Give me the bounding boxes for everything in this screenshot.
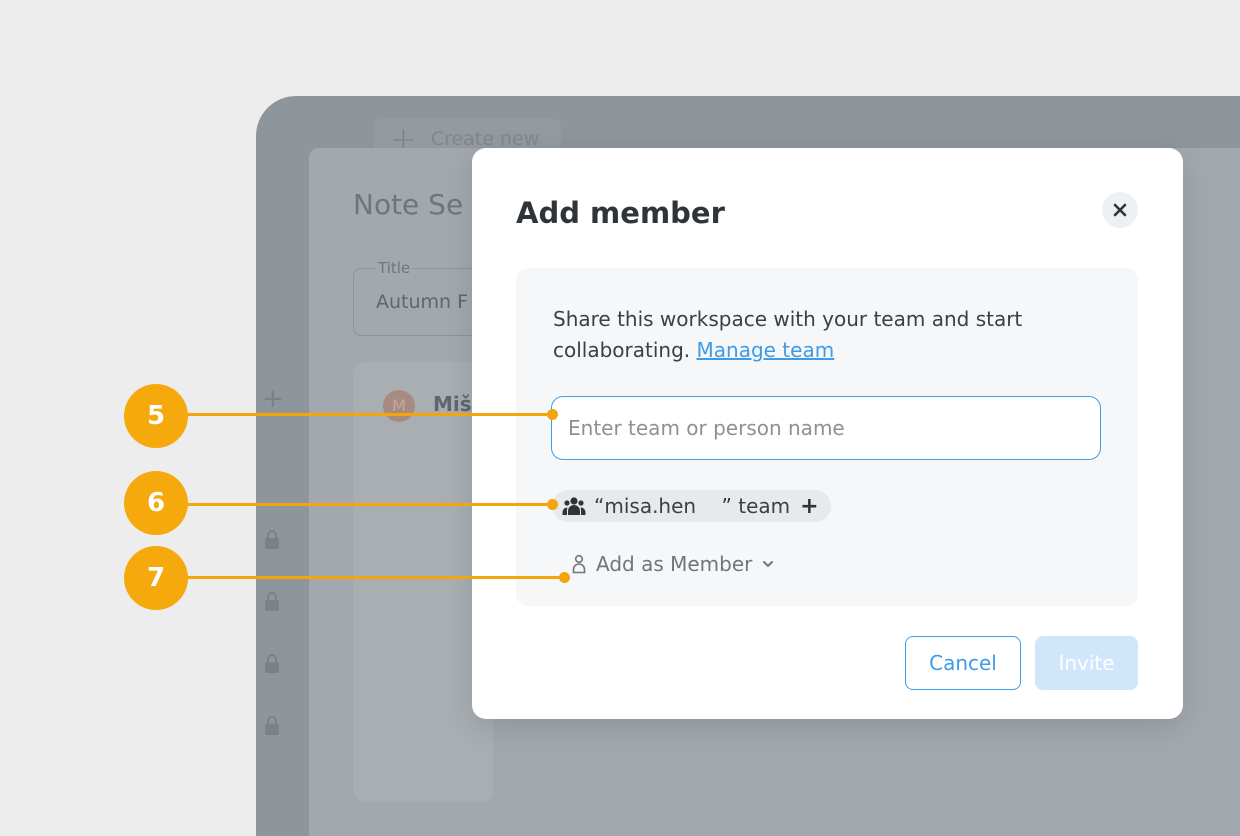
callout-badge-5: 5	[124, 384, 188, 448]
callout-line-7	[186, 576, 564, 579]
chip-label: “misa.hen ” team	[594, 494, 791, 518]
callout-line-5	[186, 413, 552, 416]
team-suggestion-chip[interactable]: “misa.hen ” team +	[552, 490, 831, 522]
cancel-button[interactable]: Cancel	[905, 636, 1021, 690]
create-new-label: Create new	[430, 128, 540, 150]
role-dropdown[interactable]: Add as Member	[572, 552, 774, 576]
team-icon	[562, 497, 586, 515]
callout-badge-6: 6	[124, 471, 188, 535]
person-icon	[572, 554, 586, 574]
close-icon	[1113, 203, 1127, 217]
title-field-value: Autumn F	[376, 291, 469, 313]
title-field-label: Title	[376, 259, 413, 277]
callout-dot-6	[547, 499, 558, 510]
callout-badge-7: 7	[124, 546, 188, 610]
lock-icon	[265, 530, 279, 549]
lock-icon	[265, 716, 279, 735]
role-label: Add as Member	[596, 552, 753, 576]
invite-button[interactable]: Invite	[1035, 636, 1138, 690]
sidebar-plus-icon[interactable]: +	[262, 384, 284, 414]
callout-dot-5	[547, 409, 558, 420]
chevron-down-icon	[763, 561, 774, 568]
avatar: M	[383, 390, 415, 422]
plus-icon: +	[800, 493, 819, 519]
search-input[interactable]	[551, 396, 1101, 460]
callout-line-6	[186, 503, 552, 506]
add-member-dialog: Add member Share this workspace with you…	[472, 148, 1183, 719]
lock-icon	[265, 654, 279, 673]
share-section: Share this workspace with your team and …	[516, 268, 1138, 606]
close-button[interactable]	[1102, 192, 1138, 228]
lock-icon	[265, 592, 279, 611]
share-description: Share this workspace with your team and …	[553, 304, 1093, 366]
dialog-title: Add member	[516, 196, 725, 230]
settings-title: Note Se	[353, 188, 464, 221]
manage-team-link[interactable]: Manage team	[697, 338, 835, 362]
callout-dot-7	[559, 572, 570, 583]
